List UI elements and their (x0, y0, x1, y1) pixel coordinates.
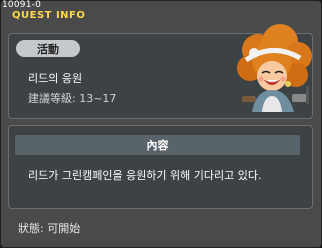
window-title: QUEST INFO (12, 10, 86, 21)
recommended-level: 建議等級: 13~17 (28, 92, 117, 105)
content-header: 內容 (15, 135, 300, 155)
quest-name: 리드의 응원 (28, 72, 83, 85)
quest-category-badge: 活動 (16, 40, 80, 57)
quest-id-label: 10091-0 (2, 0, 42, 10)
quest-description: 리드가 그린캠페인을 응원하기 위해 기다리고 있다. (28, 169, 262, 182)
quest-status: 狀態: 可開始 (18, 222, 81, 235)
npc-portrait-icon (237, 24, 312, 112)
